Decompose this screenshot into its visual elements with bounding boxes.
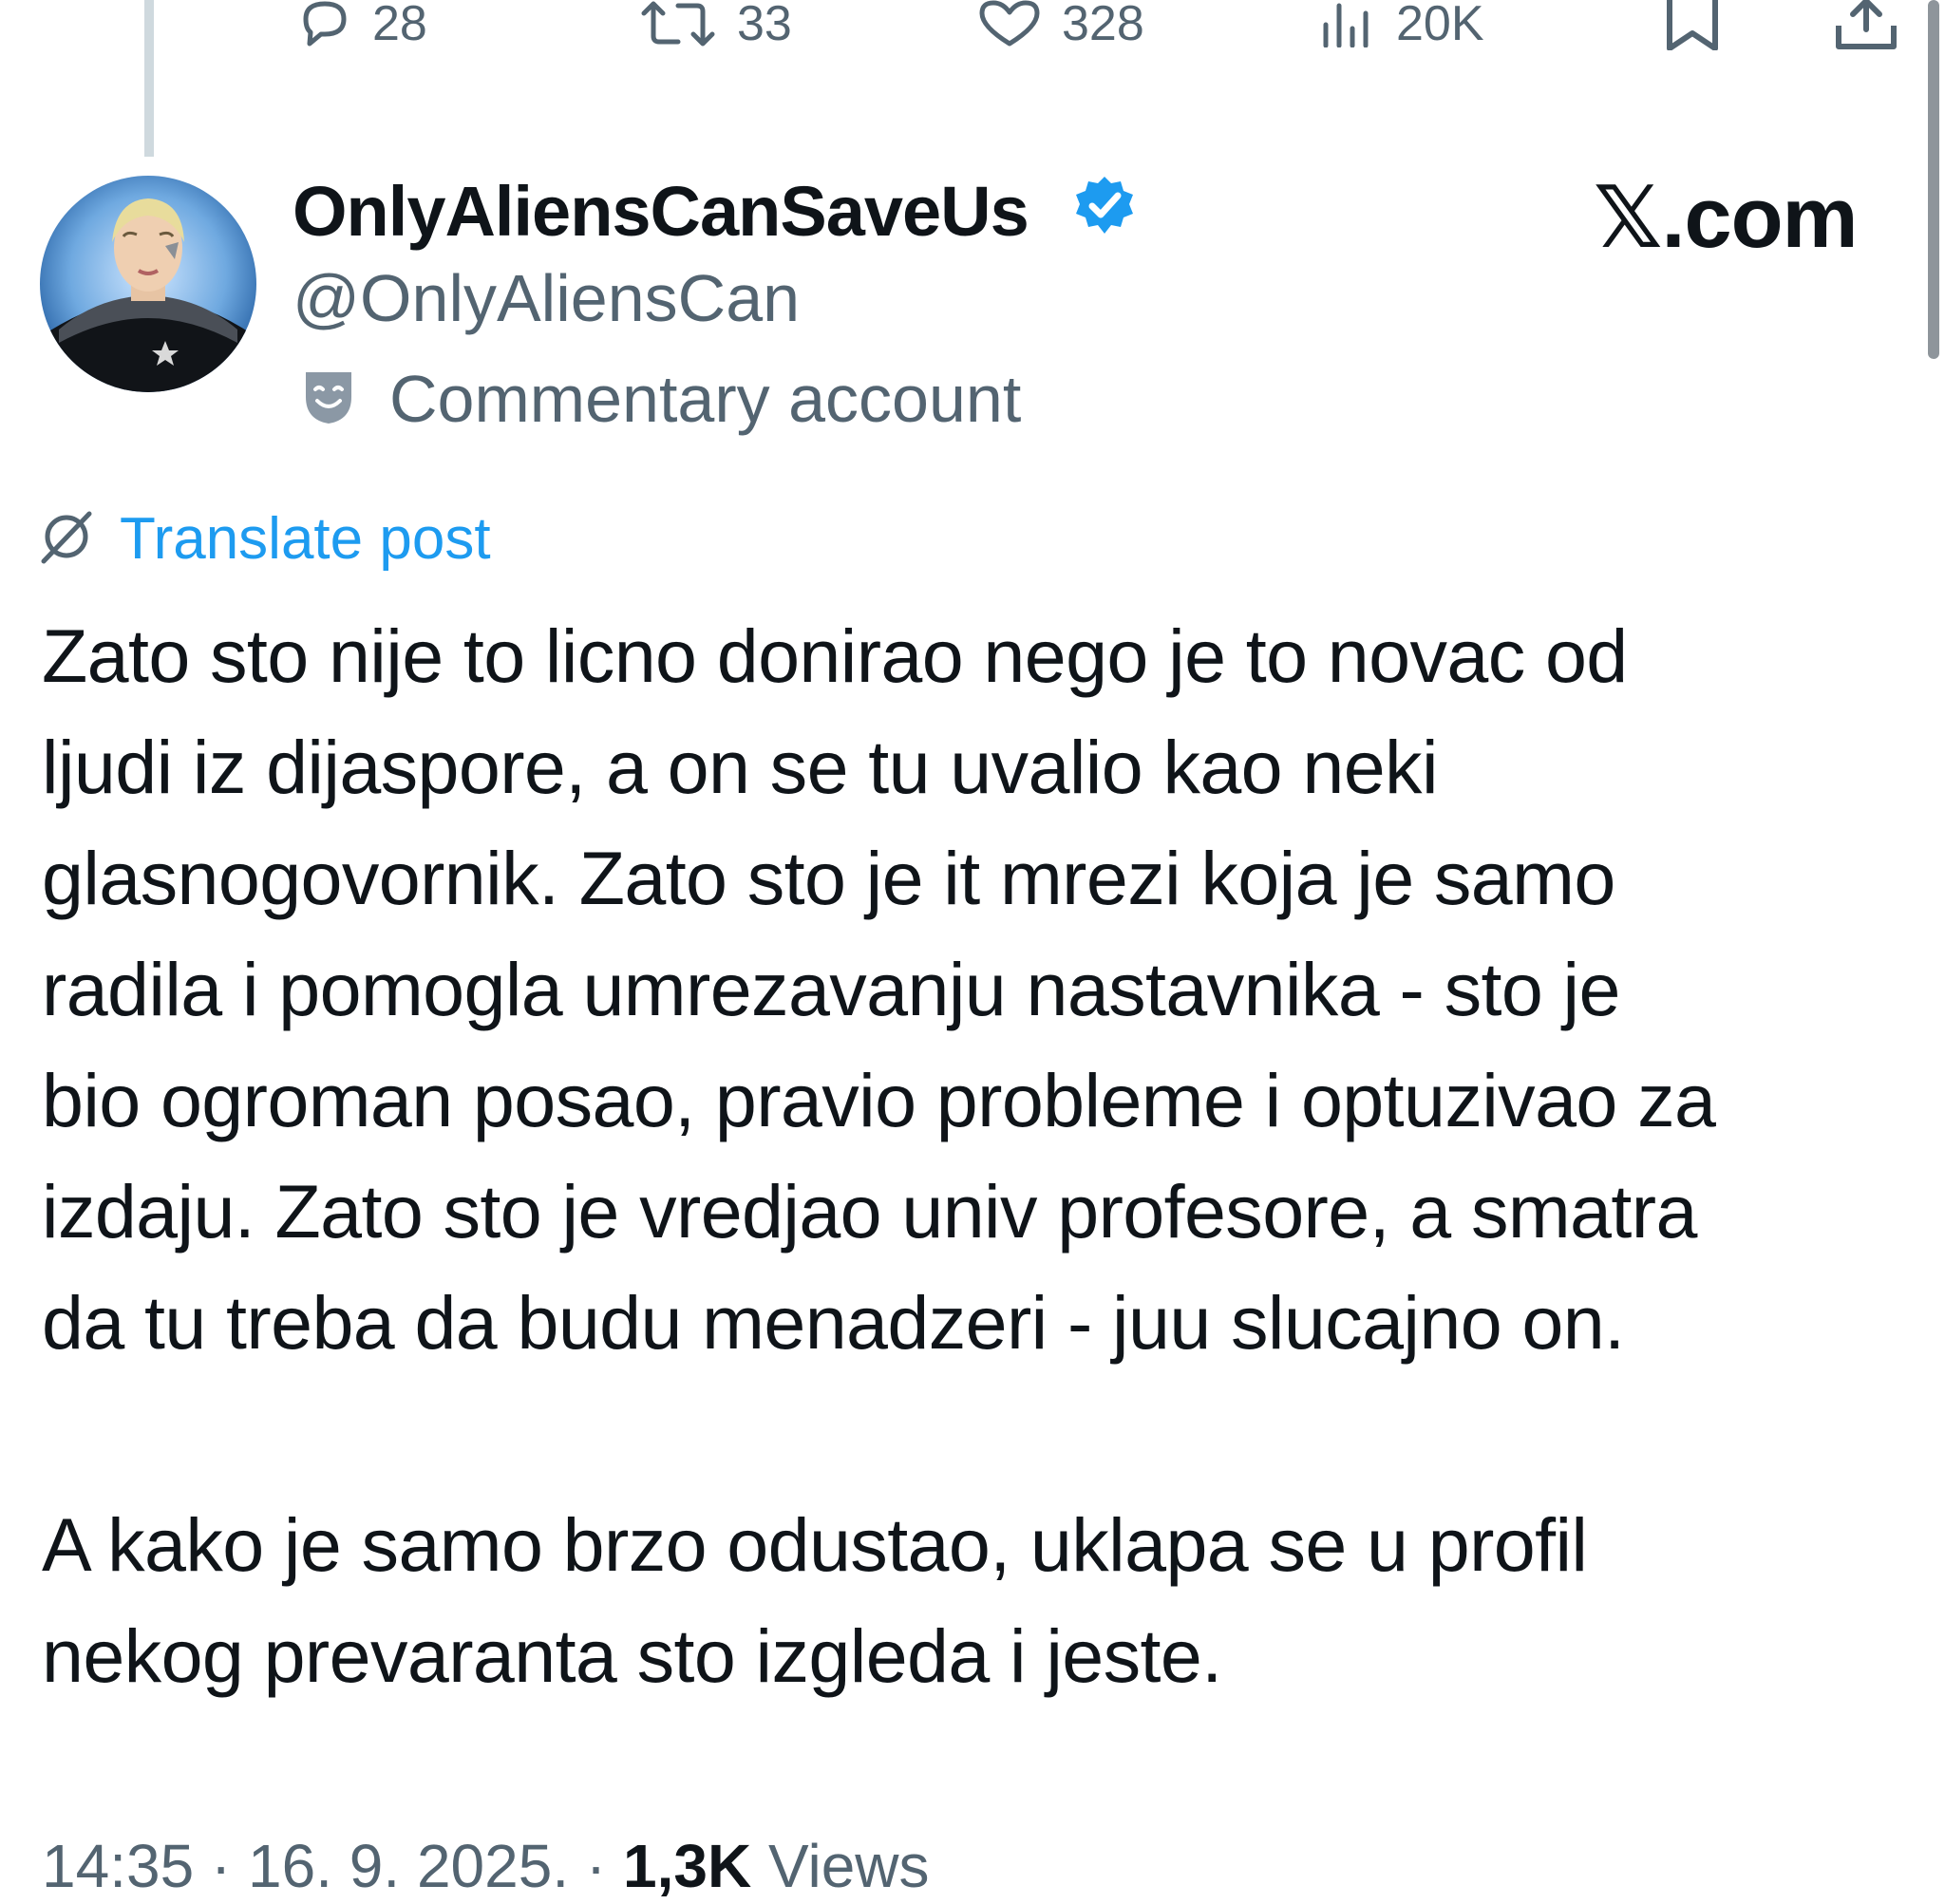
theater-masks-icon: [302, 368, 355, 430]
action-bar: 28 33 328 20K: [0, 0, 1945, 57]
post-time[interactable]: 14:35: [42, 1832, 194, 1900]
separator-dot: ·: [569, 1832, 623, 1900]
reply-button[interactable]: 28: [296, 0, 427, 51]
repost-icon: [638, 0, 718, 47]
views-button[interactable]: 20K: [1320, 0, 1484, 51]
bookmark-icon: [1664, 0, 1721, 50]
share-button[interactable]: [1833, 0, 1899, 50]
like-button[interactable]: 328: [976, 0, 1144, 51]
separator-dot: ·: [194, 1832, 249, 1900]
post-meta: 14:35 · 16. 9. 2025. · 1,3K Views: [42, 1828, 930, 1904]
brand-watermark: 𝕏.com: [1594, 171, 1859, 266]
reply-icon: [296, 0, 353, 47]
repost-button[interactable]: 33: [638, 0, 792, 51]
account-label-text: Commentary account: [389, 362, 1022, 436]
post-paragraph: A kako je samo brzo odustao, uklapa se u…: [42, 1502, 1588, 1698]
views-count: 1,3K: [622, 1832, 752, 1900]
post-date[interactable]: 16. 9. 2025.: [248, 1832, 569, 1900]
verified-badge-icon: [1073, 175, 1136, 242]
views-chart-icon: [1320, 0, 1377, 47]
translate-post-label: Translate post: [120, 506, 491, 572]
like-count: 328: [1062, 0, 1144, 51]
bookmark-button[interactable]: [1664, 0, 1721, 50]
translate-post-button[interactable]: Translate post: [38, 503, 491, 575]
repost-count: 33: [737, 0, 792, 51]
views-label: Views: [767, 1832, 930, 1900]
share-icon: [1833, 0, 1899, 50]
post-text: Zato sto nije to licno donirao nego je t…: [42, 600, 1922, 1711]
post-paragraph: Zato sto nije to licno donirao nego je t…: [42, 613, 1716, 1365]
heart-icon: [976, 0, 1043, 47]
avatar[interactable]: [40, 176, 256, 392]
display-name[interactable]: OnlyAliensCanSaveUs: [293, 171, 1029, 253]
reply-count: 28: [372, 0, 427, 51]
views-count-top: 20K: [1396, 0, 1484, 51]
globe-icon: [38, 510, 93, 570]
account-label[interactable]: Commentary account: [302, 359, 1021, 439]
handle[interactable]: @OnlyAliensCan: [293, 258, 800, 338]
